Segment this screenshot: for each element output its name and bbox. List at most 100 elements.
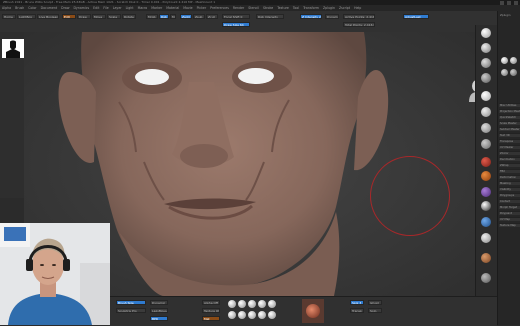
skin-material-sphere-icon[interactable] [481,253,491,263]
right-tray-panel: Zplugin Misc Utilities Projection Master… [497,11,520,325]
material-sphere-icon[interactable] [481,91,491,101]
edit-button[interactable]: Edit [62,14,76,19]
move-button[interactable]: Move [92,14,106,19]
texture-off-button[interactable]: Texture Off [202,308,220,313]
tool-thumbnail-icon[interactable] [510,57,517,64]
m-button[interactable]: M [170,14,176,19]
tray-item[interactable]: Deformation [499,175,520,179]
brush-thumbnail-icon[interactable] [258,300,266,308]
tray-title: Zplugin [500,13,511,17]
draw-button[interactable]: Draw [77,14,91,19]
material-preview-icon [306,304,320,318]
material-sphere-icon[interactable] [481,58,491,68]
material-sphere-icon[interactable] [481,28,491,38]
material-sphere-icon[interactable] [481,201,491,211]
draw-size-slider[interactable]: Draw Size 64 [222,22,250,27]
scale-button[interactable]: Scale [107,14,121,19]
current-material-swatch[interactable] [302,299,324,323]
alpha-off-button[interactable]: Alpha Off [202,300,220,305]
tray-item[interactable]: UV Master [499,145,520,149]
solo-button[interactable]: Solo [368,308,382,313]
active-points-readout: Active Points: 2.416 Mil [343,14,375,19]
brush-thumbnail-icon[interactable] [238,311,246,319]
brush-thumbnail-icon[interactable] [268,300,276,308]
material-sphere-icon[interactable] [481,233,491,243]
tray-item[interactable]: FBX [499,169,520,173]
tray-item[interactable]: Scale Master [499,121,520,125]
brush-thumbnail-icon[interactable] [258,311,266,319]
tray-item[interactable]: Projection Master [499,109,520,113]
bpr-button[interactable]: BPR [150,316,168,321]
brush-thumbnail-icon[interactable] [248,311,256,319]
gizmo-head-icon [469,80,475,102]
close-button[interactable] [514,0,518,5]
tray-item[interactable]: Subtool Master [499,127,520,131]
tray-item[interactable]: Polypaint [499,211,520,215]
tray-item[interactable]: UV Map [499,217,520,221]
material-sphere-icon[interactable] [481,123,491,133]
tool-thumbnail-icon[interactable] [501,57,508,64]
z-intensity-slider[interactable]: Z Intensity 25 [300,14,322,19]
home-button[interactable]: Home [2,14,16,19]
blue-material-sphere-icon[interactable] [481,217,491,227]
material-sphere-icon[interactable] [481,139,491,149]
tray-item[interactable]: Morph Target [499,205,520,209]
brush-cursor-ring [370,156,450,236]
mrgb-button[interactable]: Mrgb [146,14,158,19]
maximize-button[interactable] [507,0,511,5]
tray-item[interactable]: Contact [499,199,520,203]
lazymouse-button[interactable]: LazyMouse [150,308,168,313]
dynamic-button[interactable]: Dynamic [150,300,168,305]
tray-item[interactable]: Texture Map [499,223,520,227]
adjust-last-slider[interactable]: AdjustLast [403,14,429,19]
minimize-button[interactable] [500,0,504,5]
tray-item[interactable]: Polygroups [499,193,520,197]
transp-button[interactable]: Transp [350,308,364,313]
brush-size-slider[interactable]: Brush Size [116,300,146,305]
rgb-intensity-slider[interactable]: Rgb Intensity [256,14,284,19]
tray-item[interactable]: Visibility [499,187,520,191]
tray-item[interactable]: ZColor [499,151,520,155]
red-material-sphere-icon[interactable] [481,157,491,167]
tray-item[interactable]: Misc Utilities [499,103,520,107]
navigation-head-gizmo[interactable] [465,76,475,102]
window-controls [500,0,518,5]
tool-thumbnail-icon[interactable] [501,69,508,76]
tray-item[interactable]: Decimation [499,157,520,161]
zcut-button[interactable]: Zcut [206,14,218,19]
tray-item[interactable]: QuickSketch [499,115,520,119]
orange-material-sphere-icon[interactable] [481,171,491,181]
purple-material-sphere-icon[interactable] [481,187,491,197]
top-shelf: Home LightBox Live Boolean Edit Draw Mov… [0,11,520,33]
brush-thumbnail-icon[interactable] [228,300,236,308]
material-sphere-icon[interactable] [481,107,491,117]
tray-item[interactable]: ZWrap [499,163,520,167]
webcam-overlay [0,223,110,325]
tray-item[interactable]: Text 3D [499,133,520,137]
brush-thumbnail-icon[interactable] [228,311,236,319]
sculptris-pro-button[interactable]: Sculptris Pro [116,308,146,313]
alpha-thumbnail[interactable] [2,39,24,58]
head-silhouette-icon [6,40,20,58]
ghost-button[interactable]: Ghost [368,300,382,305]
lightbox-button[interactable]: LightBox [17,14,36,19]
tray-item[interactable]: Transpose [499,139,520,143]
focal-shift-slider[interactable]: Focal Shift 0 [222,14,250,19]
brush-thumbnail-icon[interactable] [248,300,256,308]
material-sphere-icon[interactable] [481,73,491,83]
rotate-button[interactable]: Rotate [122,14,136,19]
tray-item[interactable]: Masking [499,181,520,185]
spix-slider[interactable]: Spix 3 [350,300,364,305]
rgb-button[interactable]: Rgb [159,14,169,19]
dynamic-toggle[interactable]: Dynamic [325,14,339,19]
material-sphere-icon[interactable] [481,43,491,53]
material-button[interactable]: Mat [202,316,220,321]
brush-thumbnail-icon[interactable] [268,311,276,319]
bottom-shelf: Brush Size Sculptris Pro Dynamic LazyMou… [110,296,497,326]
zadd-button[interactable]: Zadd [180,14,192,19]
material-sphere-icon[interactable] [481,273,491,283]
tool-thumbnail-icon[interactable] [510,69,517,76]
zsub-button[interactable]: Zsub [193,14,205,19]
brush-thumbnail-icon[interactable] [238,300,246,308]
live-boolean-button[interactable]: Live Boolean [37,14,59,19]
